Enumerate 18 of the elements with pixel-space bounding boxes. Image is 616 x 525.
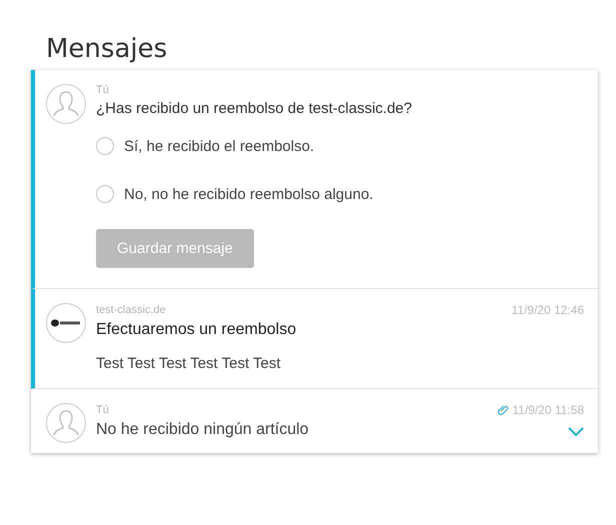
page-title: Mensajes	[46, 34, 168, 64]
logo-avatar-icon	[46, 303, 86, 343]
sender-name: test-classic.de	[96, 304, 166, 316]
chevron-down-icon[interactable]	[568, 427, 584, 437]
message-time: 11/9/20 11:58	[512, 403, 584, 417]
message-subject: Efectuaremos un reembolso	[96, 321, 298, 339]
message-subject: No he recibido ningún artículo	[96, 421, 309, 439]
user-avatar-icon	[46, 84, 86, 124]
sender-name: Tú	[96, 404, 109, 416]
option-label[interactable]: Sí, he recibido el reembolso.	[124, 138, 314, 154]
option-label[interactable]: No, no he recibido reembolso alguno.	[124, 186, 374, 202]
radio-button[interactable]	[96, 185, 114, 203]
user-avatar-icon	[46, 403, 86, 443]
radio-button[interactable]	[96, 137, 114, 155]
sender-name: Tú	[96, 84, 109, 96]
question-text: ¿Has recibido un reembolso de test-classic.de?	[96, 100, 413, 117]
message-time: 11/9/20 12:46	[511, 303, 584, 317]
message-body: Test Test Test Test Test Test	[96, 355, 282, 372]
